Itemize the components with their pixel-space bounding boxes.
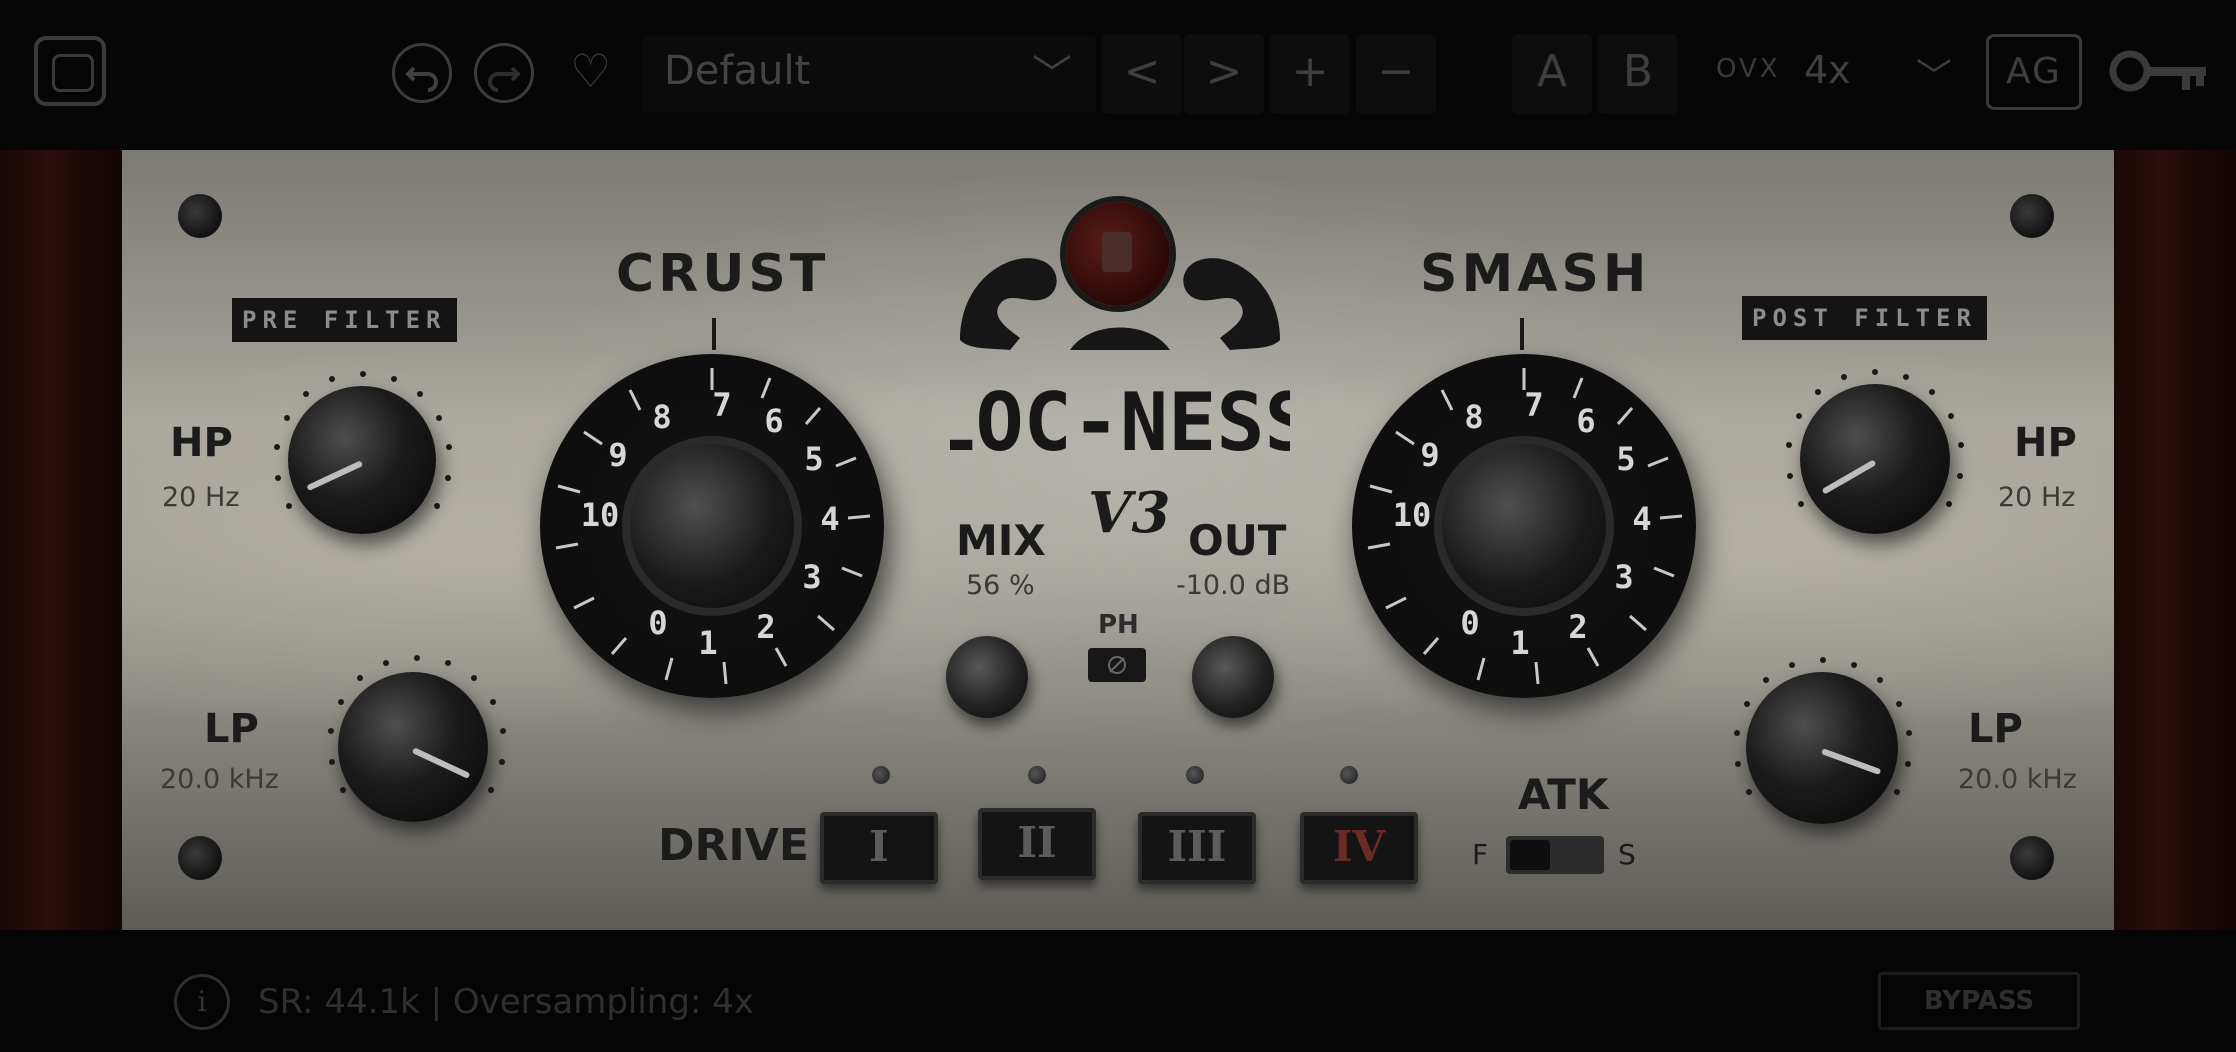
drive-button-4[interactable]: IV (1300, 812, 1418, 884)
save-preset-button[interactable]: + (1270, 34, 1350, 114)
screw-icon (2010, 194, 2054, 238)
out-knob[interactable] (1192, 636, 1274, 718)
preset-dropdown-icon[interactable]: ﹀ (1032, 42, 1072, 100)
version-label: V3 (1088, 480, 1171, 546)
pre-lp-label: LP (204, 706, 259, 752)
post-hp-knob[interactable] (1800, 384, 1950, 534)
dial-number: 7 (712, 386, 731, 424)
mix-value: 56 % (966, 570, 1035, 601)
state-a-button[interactable]: A (1512, 34, 1592, 114)
atk-fast-label: F (1472, 838, 1489, 871)
screw-icon (178, 194, 222, 238)
drive-button-3[interactable]: III (1138, 812, 1256, 884)
phase-invert-button[interactable] (1088, 648, 1146, 682)
smash-dial-numbers: 0 1 2 3 4 5 6 7 8 9 10 (1393, 386, 1652, 662)
smash-marker (1520, 318, 1524, 350)
drive-button-2[interactable]: II (978, 808, 1096, 880)
pre-filter-label: PRE FILTER (232, 298, 457, 342)
dial-number: 2 (756, 608, 775, 646)
post-hp-label: HP (2014, 420, 2077, 466)
redo-button[interactable] (474, 43, 534, 103)
oversampling-label: OVX (1716, 54, 1781, 84)
dial-number: 3 (802, 558, 821, 596)
dial-number: 6 (764, 402, 783, 440)
screw-icon (2010, 836, 2054, 880)
crust-label: CRUST (616, 244, 830, 304)
drive-led (1028, 766, 1046, 784)
status-text: SR: 44.1k | Oversampling: 4x (258, 982, 754, 1022)
crust-marker (712, 318, 716, 350)
dial-number: 8 (1464, 398, 1483, 436)
atk-switch[interactable] (1506, 836, 1604, 874)
post-filter-label: POST FILTER (1742, 296, 1987, 340)
crust-dial-numbers: 0 1 2 3 4 5 6 7 8 9 10 (581, 386, 840, 662)
drive-led (1340, 766, 1358, 784)
drive-led (1186, 766, 1204, 784)
pre-hp-label: HP (170, 420, 233, 466)
license-key-icon[interactable] (2108, 46, 2208, 96)
phase-label: PH (1098, 610, 1139, 640)
auto-gain-button[interactable]: AG (1986, 34, 2082, 110)
smash-label: SMASH (1420, 244, 1651, 304)
mix-label: MIX (956, 516, 1046, 565)
dial-number: 5 (804, 440, 823, 478)
screw-icon (178, 836, 222, 880)
atk-slow-label: S (1618, 838, 1636, 871)
oversampling-value[interactable]: 4x (1804, 48, 1851, 92)
next-preset-button[interactable]: > (1184, 34, 1264, 114)
mix-knob[interactable] (946, 636, 1028, 718)
redo-arrow-icon (488, 66, 521, 92)
undo-arrow-icon (405, 66, 438, 92)
dial-number: 7 (1524, 386, 1543, 424)
post-hp-value: 20 Hz (1998, 482, 2076, 513)
wood-side-right (2112, 150, 2236, 930)
atk-label: ATK (1518, 770, 1609, 819)
dial-number: 5 (1616, 440, 1635, 478)
dial-number: 8 (652, 398, 671, 436)
dial-number: 4 (1632, 500, 1651, 538)
phase-icon (1108, 656, 1126, 674)
delete-preset-button[interactable]: − (1356, 34, 1436, 114)
dial-number: 10 (1393, 496, 1432, 534)
dial-number: 2 (1568, 608, 1587, 646)
pre-hp-value: 20 Hz (162, 482, 240, 513)
out-value: -10.0 dB (1176, 570, 1291, 601)
dial-number: 9 (1420, 436, 1439, 474)
preset-name: Default (664, 48, 811, 94)
dial-number: 6 (1576, 402, 1595, 440)
dial-number: 10 (581, 496, 620, 534)
dial-number: 4 (820, 500, 839, 538)
dial-number: 9 (608, 436, 627, 474)
pre-hp-knob[interactable] (288, 386, 436, 534)
oversampling-dropdown-icon[interactable]: ﹀ (1916, 48, 1952, 100)
dial-number: 3 (1614, 558, 1633, 596)
post-lp-knob[interactable] (1746, 672, 1898, 824)
dial-number: 0 (1460, 604, 1479, 642)
post-lp-label: LP (1968, 706, 2023, 752)
prev-preset-button[interactable]: < (1102, 34, 1182, 114)
state-b-button[interactable]: B (1598, 34, 1678, 114)
bypass-button[interactable]: BYPASS (1878, 972, 2080, 1030)
favorite-heart-icon[interactable]: ♡ (570, 44, 611, 98)
drive-button-1[interactable]: I (820, 812, 938, 884)
pre-lp-knob[interactable] (338, 672, 488, 822)
post-lp-value: 20.0 kHz (1958, 764, 2077, 795)
wood-side-left (0, 150, 124, 930)
dial-number: 1 (1510, 624, 1529, 662)
drive-label: DRIVE (658, 820, 809, 871)
out-label: OUT (1188, 516, 1287, 565)
drive-led (872, 766, 890, 784)
loch-ness-monster-logo: LOC-NESS (950, 258, 1290, 460)
logo-text: LOC-NESS (950, 376, 1290, 460)
pre-lp-value: 20.0 kHz (160, 764, 279, 795)
undo-button[interactable] (392, 43, 452, 103)
plugin-logo-icon[interactable] (34, 36, 106, 106)
info-icon[interactable]: i (174, 974, 230, 1030)
dial-number: 1 (698, 624, 717, 662)
dial-number: 0 (648, 604, 667, 642)
